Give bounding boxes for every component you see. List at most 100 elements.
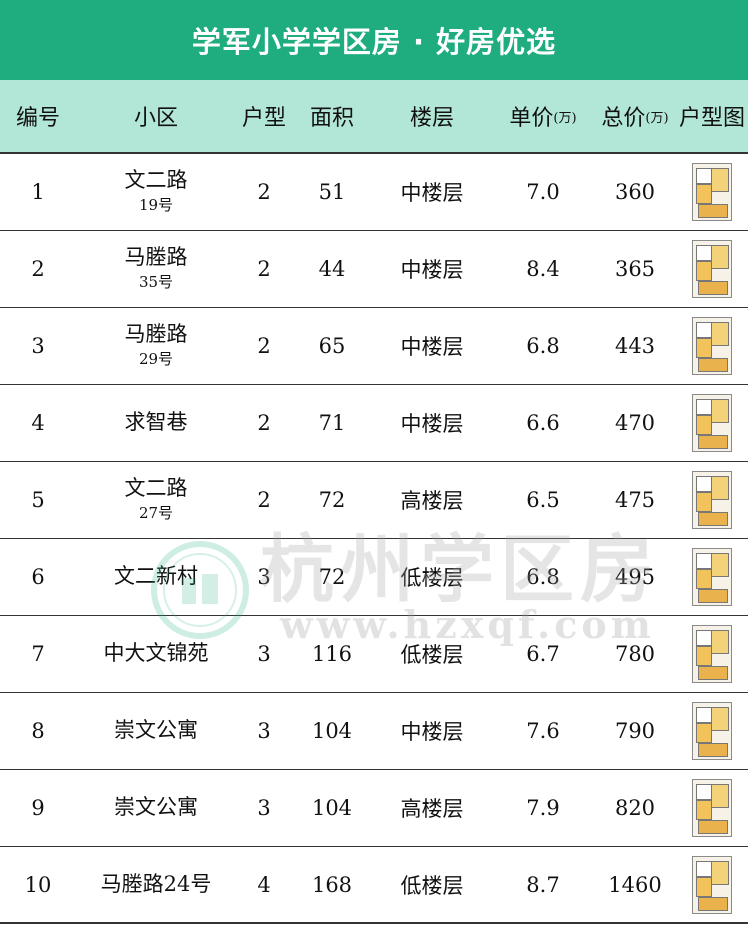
cell-name-sub: 29号: [138, 350, 174, 369]
cell-plan[interactable]: [676, 308, 748, 384]
cell-plan[interactable]: [676, 462, 748, 538]
cell-name: 马塍路24号: [80, 847, 232, 922]
header-floor: 楼层: [409, 106, 454, 131]
cell-plan[interactable]: [676, 847, 748, 922]
cell-name: 文二新村: [80, 539, 232, 615]
cell-floor: 高楼层: [400, 489, 464, 513]
header-total-price-unit: (万): [645, 110, 669, 126]
cell-unit-price: 8.4: [526, 257, 560, 281]
table-row: 2 马塍路 35号 2 44 中楼层 8.4 365: [0, 231, 748, 308]
cell-name-main: 求智巷: [124, 410, 188, 435]
cell-no: 6: [31, 565, 45, 589]
cell-area: 168: [311, 872, 353, 897]
cell-name-main: 中大文锦苑: [103, 641, 209, 666]
cell-no: 7: [31, 642, 45, 666]
cell-total-price: 495: [614, 565, 656, 589]
header-unit-price-label: 单价: [509, 106, 554, 131]
cell-type: 3: [257, 796, 271, 820]
cell-plan[interactable]: [676, 154, 748, 230]
cell-no: 3: [31, 334, 45, 358]
cell-total-price: 780: [614, 642, 656, 666]
cell-name: 马塍路 29号: [80, 308, 232, 384]
cell-no: 8: [31, 719, 45, 743]
floor-plan-thumbnail[interactable]: [692, 317, 732, 375]
cell-name-main: 马塍路: [124, 321, 188, 346]
cell-name: 马塍路 35号: [80, 231, 232, 307]
cell-total-price: 470: [614, 411, 656, 435]
cell-name: 崇文公寓: [80, 693, 232, 769]
floor-plan-thumbnail[interactable]: [692, 163, 732, 221]
page-title: 学军小学学区房 · 好房优选: [191, 25, 557, 59]
floor-plan-thumbnail[interactable]: [692, 702, 732, 760]
table-row: 6 文二新村 3 72 低楼层 6.8 495: [0, 539, 748, 616]
cell-area: 71: [318, 411, 346, 435]
header-plan: 户型图: [678, 106, 745, 131]
cell-total-price: 1460: [608, 872, 662, 897]
cell-unit-price: 7.6: [526, 719, 560, 743]
cell-type: 4: [257, 872, 271, 897]
cell-name-main: 文二路: [124, 167, 188, 192]
floor-plan-thumbnail[interactable]: [692, 779, 732, 837]
cell-type: 3: [257, 642, 271, 666]
cell-plan[interactable]: [676, 231, 748, 307]
floor-plan-thumbnail[interactable]: [692, 240, 732, 298]
cell-area: 51: [318, 180, 346, 204]
cell-type: 3: [257, 565, 271, 589]
cell-no: 1: [31, 180, 45, 204]
cell-area: 72: [318, 488, 346, 512]
cell-floor: 中楼层: [400, 258, 464, 282]
cell-plan[interactable]: [676, 385, 748, 461]
cell-plan[interactable]: [676, 693, 748, 769]
cell-total-price: 475: [614, 488, 656, 512]
floor-plan-thumbnail[interactable]: [692, 855, 732, 914]
table-row: 8 崇文公寓 3 104 中楼层 7.6 790: [0, 693, 748, 770]
cell-name-main: 文二路: [124, 475, 188, 500]
header-area: 面积: [309, 106, 354, 131]
cell-name-main: 马塍路24号: [100, 871, 212, 896]
cell-no: 2: [31, 257, 45, 281]
cell-name: 崇文公寓: [80, 770, 232, 846]
cell-area: 44: [318, 257, 346, 281]
cell-unit-price: 6.7: [526, 642, 560, 666]
cell-floor: 低楼层: [400, 643, 464, 667]
cell-floor: 低楼层: [400, 566, 464, 590]
cell-area: 72: [318, 565, 346, 589]
cell-name: 求智巷: [80, 385, 232, 461]
cell-no: 9: [31, 796, 45, 820]
floor-plan-thumbnail[interactable]: [692, 625, 732, 683]
cell-plan[interactable]: [676, 770, 748, 846]
cell-type: 2: [257, 257, 271, 281]
cell-no: 5: [31, 488, 45, 512]
cell-floor: 中楼层: [400, 720, 464, 744]
cell-type: 2: [257, 488, 271, 512]
cell-total-price: 360: [614, 180, 656, 204]
cell-name-main: 马塍路: [124, 244, 188, 269]
cell-plan[interactable]: [676, 616, 748, 692]
table-row: 9 崇文公寓 3 104 高楼层 7.9 820: [0, 770, 748, 847]
cell-name-sub: 27号: [138, 504, 174, 523]
floor-plan-thumbnail[interactable]: [692, 471, 732, 529]
cell-area: 116: [311, 642, 353, 666]
cell-floor: 低楼层: [400, 873, 464, 898]
table-row: 3 马塍路 29号 2 65 中楼层 6.8 443: [0, 308, 748, 385]
cell-plan[interactable]: [676, 539, 748, 615]
cell-unit-price: 6.8: [526, 565, 560, 589]
cell-name: 文二路 27号: [80, 462, 232, 538]
floor-plan-thumbnail[interactable]: [692, 548, 732, 606]
cell-unit-price: 7.0: [526, 180, 560, 204]
header-no: 编号: [15, 106, 60, 131]
cell-type: 2: [257, 411, 271, 435]
cell-type: 2: [257, 334, 271, 358]
cell-name-main: 文二新村: [114, 564, 198, 589]
title-bar: 学军小学学区房 · 好房优选: [0, 0, 748, 80]
cell-no: 4: [31, 411, 45, 435]
cell-unit-price: 7.9: [526, 796, 560, 820]
cell-floor: 中楼层: [400, 412, 464, 436]
header-type: 户型: [241, 106, 286, 131]
cell-area: 104: [311, 796, 353, 820]
cell-type: 3: [257, 719, 271, 743]
floor-plan-thumbnail[interactable]: [692, 394, 732, 452]
cell-area: 104: [311, 719, 353, 743]
cell-name-sub: 19号: [138, 196, 174, 215]
cell-name-main: 崇文公寓: [114, 795, 198, 820]
